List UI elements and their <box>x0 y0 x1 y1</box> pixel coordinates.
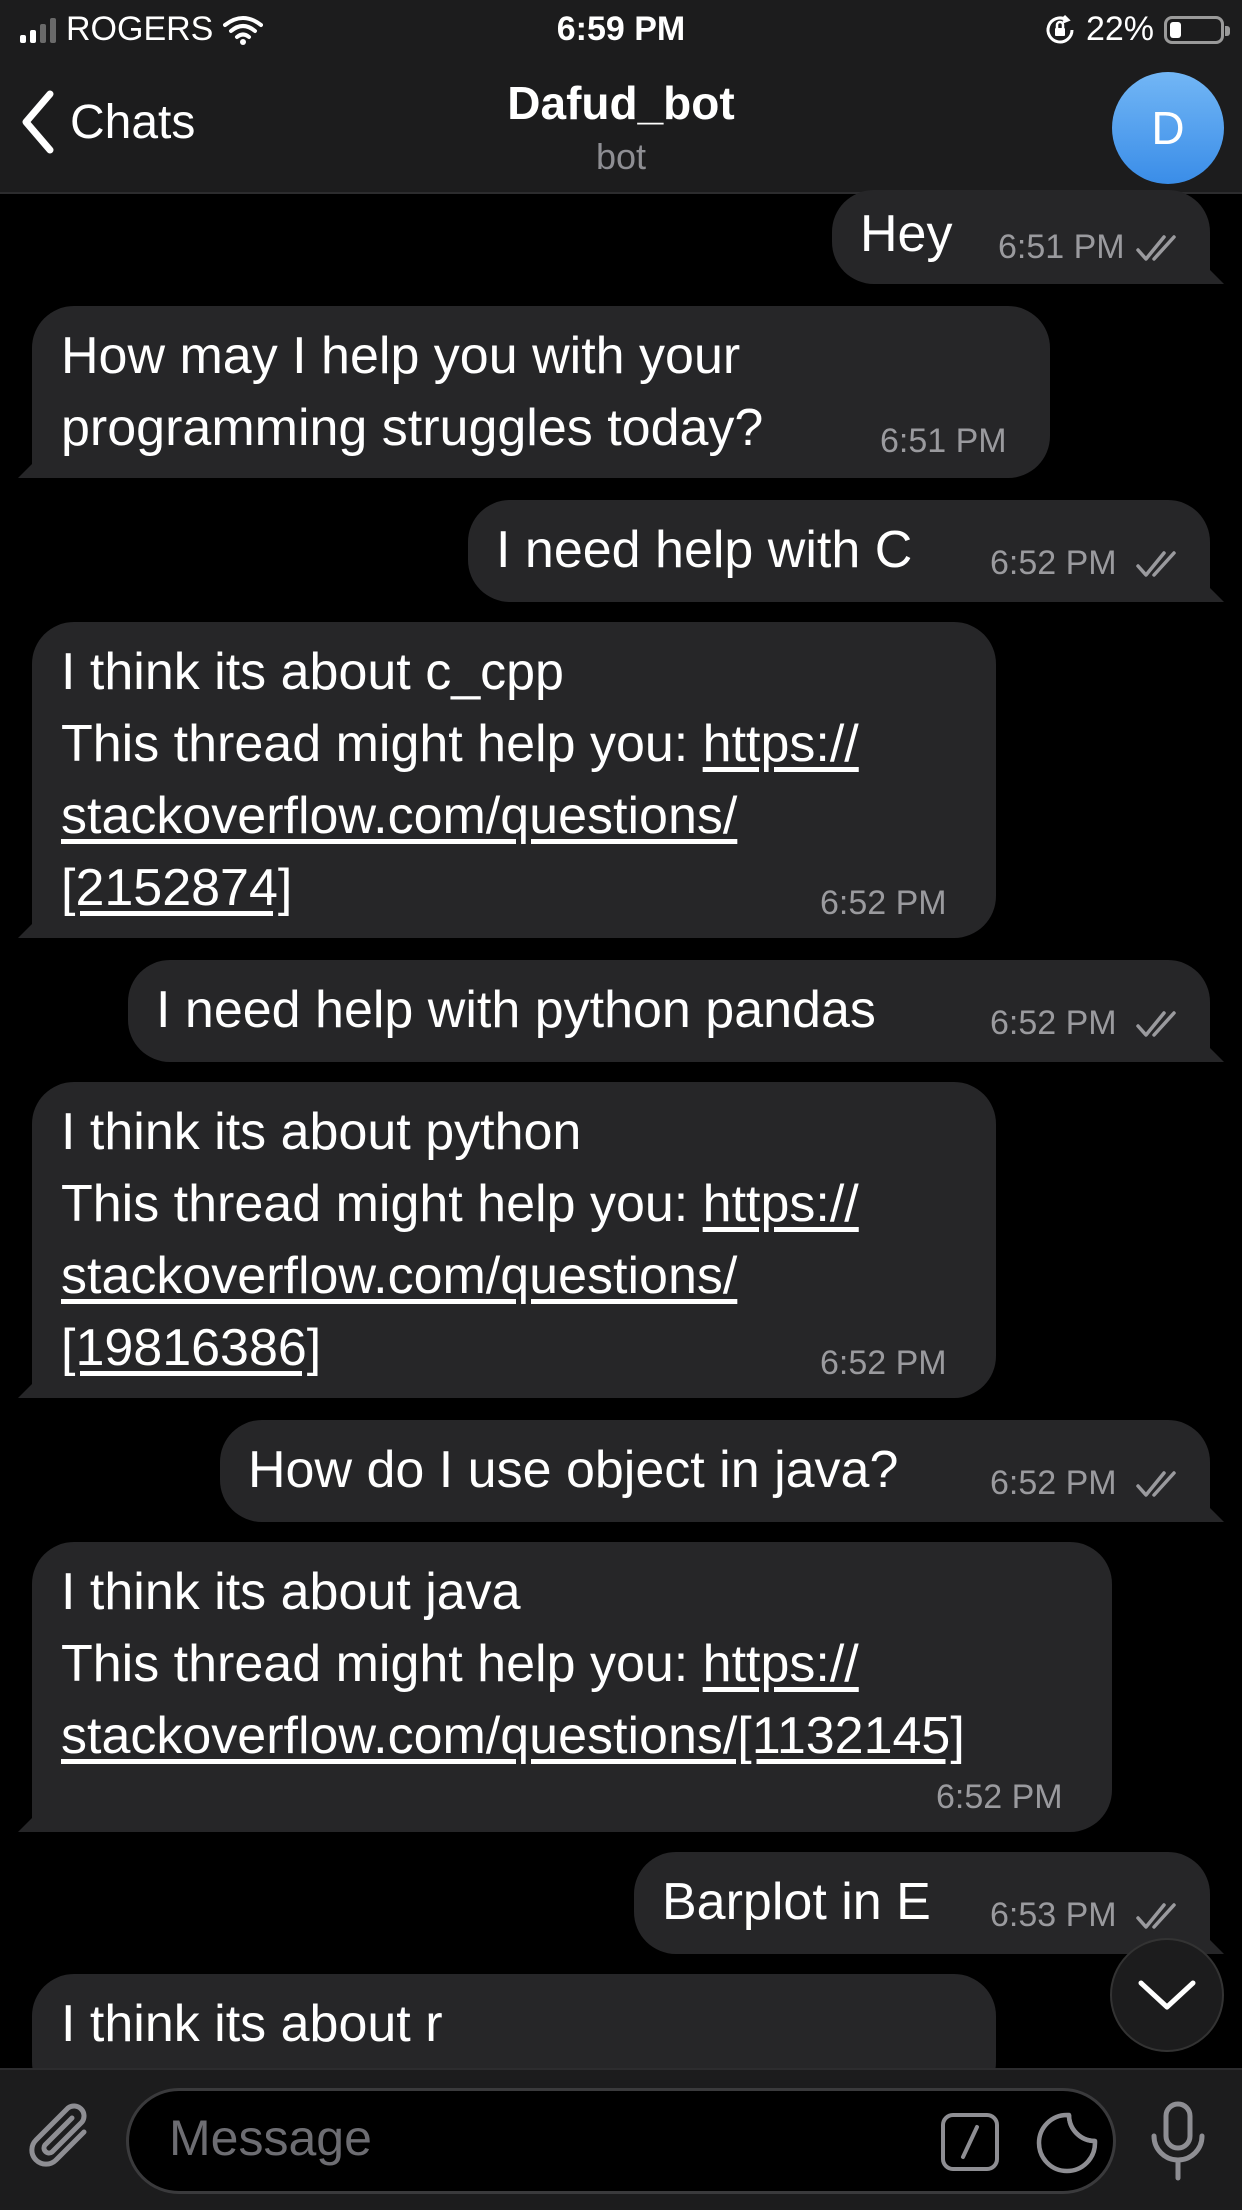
thread-link[interactable]: stackoverflow.com/questions/ <box>61 1240 737 1312</box>
battery-percent: 22% <box>1085 10 1154 48</box>
message-text: This thread might help you: https:// <box>61 1168 859 1240</box>
orientation-lock-icon <box>1046 14 1074 43</box>
outgoing-message[interactable]: Hey 6:51 PM <box>832 190 1210 284</box>
thread-link[interactable]: https:// <box>703 1635 859 1693</box>
message-text: I think its about python <box>61 1103 582 1161</box>
message-time: 6:52 PM <box>936 1778 1063 1816</box>
outgoing-message[interactable]: Barplot in E 6:53 PM <box>634 1852 1210 1954</box>
read-checkmarks-icon <box>1136 1903 1176 1929</box>
thread-link[interactable]: stackoverflow.com/questions/ <box>61 780 737 852</box>
read-checkmarks-icon <box>1136 551 1176 577</box>
message-text-part: This thread might help you: <box>61 1175 703 1233</box>
status-bar: ROGERS 6:59 PM 22% <box>0 0 1242 60</box>
paperclip-icon[interactable] <box>28 2102 96 2178</box>
message-time: 6:52 PM <box>820 1344 947 1382</box>
message-text: How may I help you with your <box>61 327 741 385</box>
message-time: 6:51 PM <box>880 422 1007 460</box>
incoming-message[interactable]: I think its about c_cpp This thread migh… <box>32 622 996 938</box>
message-text: This thread might help you: https:// <box>61 708 859 780</box>
avatar[interactable]: D <box>1112 72 1224 184</box>
thread-link[interactable]: stackoverflow.com/questions/[1132145] <box>61 1700 965 1772</box>
scroll-to-bottom-button[interactable] <box>1110 1938 1224 2052</box>
message-time: 6:52 PM <box>990 1004 1117 1042</box>
message-text: I think its about r <box>61 1995 443 2053</box>
message-text: How do I use object in java? <box>248 1441 899 1499</box>
avatar-initial: D <box>1151 102 1185 154</box>
battery-icon <box>1164 15 1230 44</box>
read-checkmarks-icon <box>1136 1011 1176 1037</box>
message-text: Barplot in E <box>662 1873 931 1931</box>
chat-header: Chats Dafud_bot bot D <box>0 60 1242 194</box>
message-time: 6:51 PM <box>998 228 1125 266</box>
message-text-part: This thread might help you: <box>61 1635 703 1693</box>
message-text: I need help with python pandas <box>156 981 876 1039</box>
thread-link[interactable]: [2152874] <box>61 852 292 924</box>
message-time: 6:52 PM <box>990 1464 1117 1502</box>
read-checkmarks-icon <box>1136 235 1176 261</box>
message-text: I need help with C <box>496 521 913 579</box>
message-text-part: This thread might help you: <box>61 715 703 773</box>
message-time: 6:52 PM <box>820 884 947 922</box>
sticker-icon[interactable] <box>1035 2111 1099 2175</box>
message-time: 6:52 PM <box>990 544 1117 582</box>
read-checkmarks-icon <box>1136 1471 1176 1497</box>
outgoing-message[interactable]: I need help with C 6:52 PM <box>468 500 1210 602</box>
chat-title[interactable]: Dafud_bot <box>0 76 1242 130</box>
thread-link[interactable]: [19816386] <box>61 1312 321 1384</box>
outgoing-message[interactable]: I need help with python pandas 6:52 PM <box>128 960 1210 1062</box>
thread-link[interactable]: https:// <box>703 1175 859 1233</box>
message-text: programming struggles today? <box>61 399 764 457</box>
incoming-message[interactable]: I think its about java This thread might… <box>32 1542 1112 1832</box>
thread-link[interactable]: https:// <box>703 715 859 773</box>
battery-fill <box>1170 21 1181 38</box>
outgoing-message[interactable]: How do I use object in java? 6:52 PM <box>220 1420 1210 1522</box>
message-time: 6:53 PM <box>990 1896 1117 1934</box>
message-text: Hey <box>860 205 953 263</box>
message-input[interactable]: Message <box>126 2088 1116 2194</box>
bot-commands-icon[interactable] <box>941 2113 999 2171</box>
incoming-message[interactable]: How may I help you with your programming… <box>32 306 1050 478</box>
chevron-down-icon <box>1138 1980 1196 2010</box>
chat-subtitle: bot <box>595 136 647 177</box>
incoming-message[interactable]: I think its about python This thread mig… <box>32 1082 996 1398</box>
message-text: I think its about c_cpp <box>61 643 564 701</box>
composer-bar: Message <box>0 2068 1242 2210</box>
message-placeholder: Message <box>169 2110 372 2166</box>
message-text: I think its about java <box>61 1563 521 1621</box>
message-text: This thread might help you: https:// <box>61 1628 859 1700</box>
status-right: 22% <box>1044 10 1230 49</box>
microphone-icon[interactable] <box>1146 2100 1210 2184</box>
